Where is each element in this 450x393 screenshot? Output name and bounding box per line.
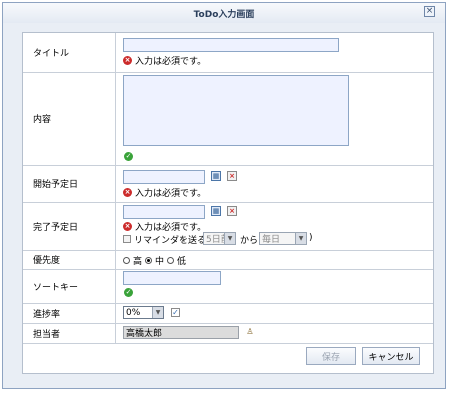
assignee-field: 高橋太郎 xyxy=(123,326,239,339)
error-icon: × xyxy=(123,56,132,65)
progress-select[interactable]: 0% ▼ xyxy=(123,306,164,319)
clear-date-icon[interactable]: × xyxy=(227,206,237,216)
assignee-row: 担当者 高橋太郎 ♙ xyxy=(23,323,433,344)
close-icon[interactable]: × xyxy=(424,6,435,17)
title-input[interactable] xyxy=(123,38,339,52)
error-icon: × xyxy=(123,222,132,231)
progress-row: 進捗率 0% ▼ ✓ xyxy=(23,303,433,324)
end-date-row: 完了予定日 ▦ × × 入力は必須です。 リマインダを送る ( 5日前 ▼ から… xyxy=(23,202,433,251)
end-date-input[interactable] xyxy=(123,205,205,219)
priority-option-low: 低 xyxy=(177,257,187,267)
priority-label: 優先度 xyxy=(23,250,116,269)
ok-check-icon: ✓ xyxy=(124,288,133,297)
form-panel: タイトル × 入力は必須です。 内容 ✓ 開始予定日 ▦ × × 入力は必須です… xyxy=(22,32,434,374)
reminder-days-select[interactable]: 5日前 ▼ xyxy=(203,232,236,245)
todo-dialog: ToDo入力画面 × タイトル × 入力は必須です。 内容 ✓ 開始予定日 ▦ … xyxy=(2,2,446,389)
priority-radio-medium[interactable] xyxy=(145,257,153,264)
title-error: × 入力は必須です。 xyxy=(123,54,206,67)
title-label: タイトル xyxy=(23,33,116,72)
sortkey-row: ソートキー ✓ xyxy=(23,269,433,304)
reminder-label: リマインダを送る ( xyxy=(134,236,213,246)
reminder-kara: から xyxy=(240,236,259,246)
priority-radio-group: 高 中 低 xyxy=(123,254,186,267)
start-date-error-text: 入力は必須です。 xyxy=(135,189,207,199)
calendar-icon[interactable]: ▦ xyxy=(211,171,221,181)
priority-row: 優先度 高 中 低 xyxy=(23,250,433,270)
chevron-down-icon: ▼ xyxy=(295,233,306,244)
end-date-label: 完了予定日 xyxy=(23,202,116,250)
calendar-icon[interactable]: ▦ xyxy=(211,206,221,216)
clear-date-icon[interactable]: × xyxy=(227,171,237,181)
priority-radio-high[interactable] xyxy=(123,257,130,264)
reminder-frequency-value: 毎日 xyxy=(262,235,281,245)
user-picker-icon[interactable]: ♙ xyxy=(245,327,255,337)
content-row: 内容 ✓ xyxy=(23,72,433,166)
progress-label: 進捗率 xyxy=(23,303,116,323)
reminder-close-paren: ) xyxy=(309,233,313,243)
content-label: 内容 xyxy=(23,72,116,165)
start-date-error: × 入力は必須です。 xyxy=(123,186,206,199)
title-row: タイトル × 入力は必須です。 xyxy=(23,33,433,73)
error-icon: × xyxy=(123,188,132,197)
assignee-label: 担当者 xyxy=(23,323,116,343)
priority-option-high: 高 xyxy=(133,257,143,267)
start-date-label: 開始予定日 xyxy=(23,165,116,202)
reminder-frequency-select[interactable]: 毎日 ▼ xyxy=(259,232,307,245)
progress-value: 0% xyxy=(126,307,141,318)
start-date-input[interactable] xyxy=(123,170,205,184)
apply-check-icon[interactable]: ✓ xyxy=(171,308,180,317)
priority-radio-low[interactable] xyxy=(167,257,175,264)
start-date-row: 開始予定日 ▦ × × 入力は必須です。 xyxy=(23,165,433,203)
title-error-text: 入力は必須です。 xyxy=(135,57,207,67)
priority-option-medium: 中 xyxy=(155,257,165,267)
sortkey-input[interactable] xyxy=(123,271,221,285)
chevron-down-icon: ▼ xyxy=(224,233,235,244)
cancel-button[interactable]: キャンセル xyxy=(362,347,420,365)
reminder-checkbox[interactable] xyxy=(123,235,131,243)
content-textarea[interactable] xyxy=(123,75,349,146)
dialog-title: ToDo入力画面 xyxy=(193,10,255,20)
end-date-error: × 入力は必須です。 xyxy=(123,220,206,233)
dialog-titlebar: ToDo入力画面 × xyxy=(3,3,445,23)
save-button[interactable]: 保存 xyxy=(306,347,356,365)
chevron-down-icon: ▼ xyxy=(152,307,163,318)
assignee-value: 高橋太郎 xyxy=(126,329,163,339)
ok-check-icon: ✓ xyxy=(124,152,133,161)
end-date-error-text: 入力は必須です。 xyxy=(135,223,207,233)
sortkey-label: ソートキー xyxy=(23,269,116,303)
